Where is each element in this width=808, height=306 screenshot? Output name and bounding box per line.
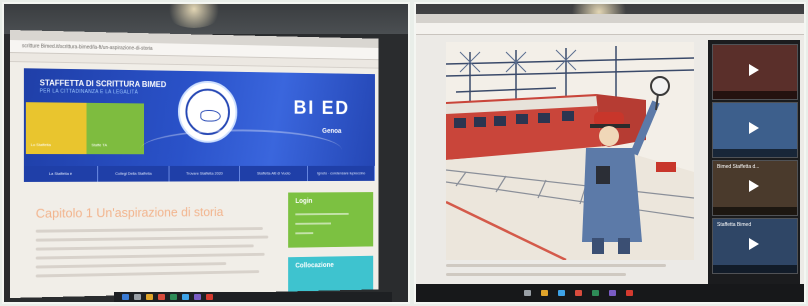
- seal-map-shape: [200, 109, 221, 122]
- nav-item[interactable]: Ignoto · condensare lupioccino: [308, 165, 375, 182]
- collocazione-box[interactable]: Collocazione: [288, 255, 374, 292]
- site-subtitle: PER LA CITTADINANZA E LA LEGALITÀ: [39, 88, 139, 96]
- tile-yellow[interactable]: Lo Staffetta: [25, 102, 87, 155]
- folder-icon[interactable]: [541, 290, 548, 296]
- decorative-wave: [140, 128, 342, 170]
- browser-icon[interactable]: [575, 290, 582, 296]
- app-icon[interactable]: [558, 290, 565, 296]
- login-title: Login: [295, 198, 313, 205]
- address-bar[interactable]: [416, 23, 804, 35]
- nav-item[interactable]: Staffetta Alti di Vuoto: [239, 165, 309, 182]
- browser-window: scritture Bimed.it/scrittura-bimed/la-ft…: [10, 30, 379, 298]
- search-icon[interactable]: [524, 290, 531, 296]
- play-icon[interactable]: [749, 64, 759, 76]
- video-controls[interactable]: [713, 265, 797, 273]
- video-controls[interactable]: [713, 91, 797, 99]
- bimed-logo-sub: Genoa: [322, 128, 342, 135]
- photo-monitor-drawing: Bimed Staffetta d... Staffetta Bimed: [416, 4, 804, 302]
- video-controls[interactable]: [713, 149, 797, 157]
- video-thumbnail[interactable]: [712, 102, 798, 158]
- drawing-svg: [446, 42, 694, 260]
- bimed-logo: BI ED: [293, 97, 350, 119]
- tile-label: Staffe TA: [91, 142, 108, 148]
- video-controls[interactable]: [713, 207, 797, 215]
- app-icon[interactable]: [170, 294, 177, 300]
- search-icon[interactable]: [134, 294, 141, 300]
- child-drawing-station-master: [446, 42, 694, 260]
- video-thumbnail[interactable]: Staffetta Bimed: [712, 218, 798, 274]
- tile-green[interactable]: Staffe TA: [86, 102, 145, 155]
- site-header-banner: STAFFETTA DI SCRITTURA BIMED PER LA CITT…: [23, 68, 375, 170]
- nav-item[interactable]: Trovare Staffetta 2020: [169, 165, 240, 182]
- browser-icon[interactable]: [158, 294, 165, 300]
- app-icon[interactable]: [626, 290, 633, 296]
- app-icon[interactable]: [609, 290, 616, 296]
- play-icon[interactable]: [749, 180, 759, 192]
- video-sidebar: Bimed Staffetta d... Staffetta Bimed: [708, 40, 800, 284]
- login-box[interactable]: Login: [288, 192, 374, 248]
- video-thumbnail[interactable]: Bimed Staffetta d...: [712, 160, 798, 216]
- photo-laptop-bimed-site: scritture Bimed.it/scrittura-bimed/la-ft…: [4, 4, 408, 302]
- windows-taskbar: [114, 292, 392, 302]
- chapter-title: Capitolo 1 Un'aspirazione di storia: [35, 204, 224, 221]
- tile-label: Lo Staffetta: [30, 142, 51, 148]
- site-title: STAFFETTA DI SCRITTURA BIMED: [39, 78, 167, 90]
- start-icon[interactable]: [122, 294, 129, 300]
- app-icon[interactable]: [592, 290, 599, 296]
- nav-item[interactable]: La Staffetta è: [23, 165, 98, 182]
- play-icon[interactable]: [749, 238, 759, 250]
- video-thumbnail[interactable]: [712, 44, 798, 100]
- app-icon[interactable]: [206, 294, 213, 300]
- play-icon[interactable]: [749, 122, 759, 134]
- browser-window: Bimed Staffetta d... Staffetta Bimed: [416, 14, 804, 284]
- site-nav: La Staffetta è Collegi Della Staffetta T…: [23, 165, 375, 182]
- app-icon[interactable]: [194, 294, 201, 300]
- tab-bar[interactable]: [416, 14, 804, 23]
- body-text-blurred: [35, 227, 272, 283]
- caption-text-blurred: [446, 264, 696, 282]
- video-title: Bimed Staffetta d...: [717, 164, 760, 170]
- seal-ring: [185, 88, 230, 136]
- windows-taskbar: [416, 284, 804, 302]
- video-title: Staffetta Bimed: [717, 222, 752, 228]
- nav-item[interactable]: Collegi Della Staffetta: [97, 165, 170, 182]
- collocazione-title: Collocazione: [295, 262, 334, 270]
- folder-icon[interactable]: [146, 294, 153, 300]
- app-icon[interactable]: [182, 294, 189, 300]
